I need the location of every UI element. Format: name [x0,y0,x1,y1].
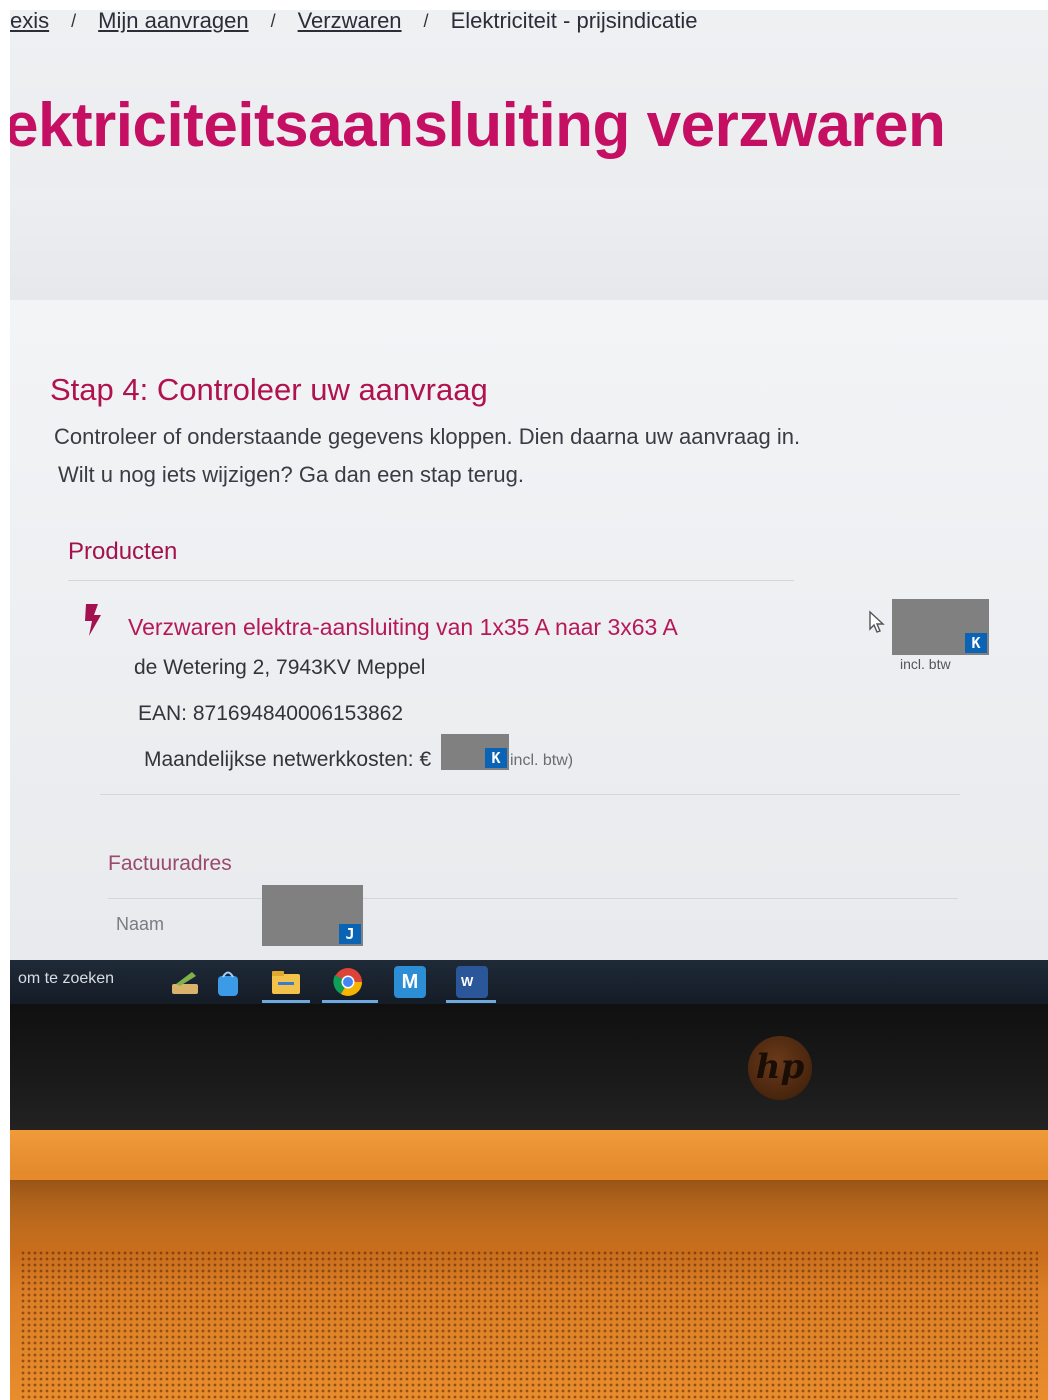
billing-section-title: Factuuradres [108,852,232,875]
word-icon[interactable]: W [456,966,488,998]
taskbar: om te zoeken M W [10,960,1048,1004]
redacted-name: J [262,885,363,946]
redacted-price: K [892,599,989,655]
step-title: Stap 4: Controleer uw aanvraag [50,372,488,407]
lightning-icon [85,604,101,636]
taskbar-search[interactable]: om te zoeken [18,970,114,988]
product-address: de Wetering 2, 7943KV Meppel [134,656,426,679]
laptop-shadow [10,1180,1048,1250]
breadcrumb-link-mijn-aanvragen[interactable]: Mijn aanvragen [98,10,248,34]
active-app-indicator [446,1000,496,1003]
active-app-indicator [322,1000,378,1003]
laptop-base [10,1130,1048,1400]
divider [108,898,958,899]
redaction-tag: J [339,924,361,944]
store-bag-icon[interactable] [212,966,244,998]
chrome-icon[interactable] [332,966,364,998]
active-app-indicator [262,1000,310,1003]
breadcrumb: exis / Mijn aanvragen / Verzwaren / Elek… [10,10,698,38]
laptop-hinge-edge [10,1130,1048,1174]
breadcrumb-current: Elektriciteit - prijsindicatie [450,10,698,33]
redaction-tag: K [965,633,987,653]
step-intro-line-2: Wilt u nog iets wijzigen? Ga dan een sta… [58,462,524,487]
speaker-grille [20,1250,1038,1400]
hp-logo: hp [748,1036,812,1100]
breadcrumb-link-verzwaren[interactable]: Verzwaren [298,10,402,34]
monitor-bezel: hp [10,1004,1048,1130]
divider [100,794,960,795]
monthly-costs-suffix: incl. btw) [510,752,574,769]
breadcrumb-link-home[interactable]: exis [10,10,49,34]
monthly-costs: Maandelijkse netwerkkosten: € [144,748,431,772]
product-ean: EAN: 871694840006153862 [138,702,404,725]
redacted-monthly-amount: K [441,734,509,770]
breadcrumb-separator: / [270,10,276,31]
monthly-costs-label: Maandelijkse netwerkkosten: € [144,748,432,771]
step-intro-line-1: Controleer of onderstaande gegevens klop… [54,424,801,449]
monitor-screen: exis / Mijn aanvragen / Verzwaren / Elek… [10,10,1048,960]
divider [68,580,794,581]
breadcrumb-separator: / [71,10,77,31]
breadcrumb-separator: / [423,10,429,31]
product-title: Verzwaren elektra-aansluiting van 1x35 A… [128,614,678,640]
file-explorer-icon[interactable] [270,966,302,998]
header-band [10,190,1048,300]
mail-app-icon[interactable]: M [394,966,426,998]
mouse-cursor-icon [869,610,885,633]
products-section-title: Producten [68,538,178,565]
widgets-icon[interactable] [170,966,202,998]
redaction-tag: K [485,748,507,768]
name-label: Naam [116,914,165,934]
page-title: ektriciteitsaansluiting verzwaren [10,91,946,160]
price-suffix: incl. btw [900,656,951,672]
